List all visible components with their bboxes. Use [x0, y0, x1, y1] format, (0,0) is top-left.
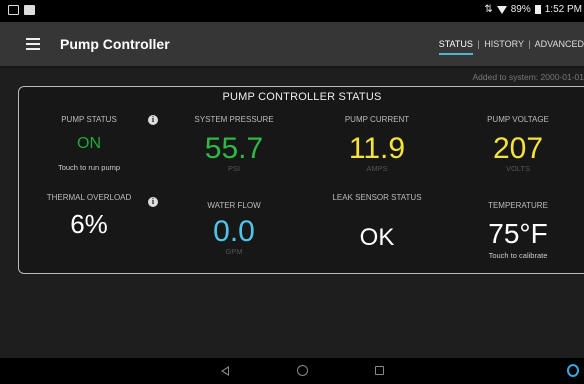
panel-title: PUMP CONTROLLER STATUS: [222, 91, 382, 103]
thermal-overload-info-icon[interactable]: i: [148, 197, 158, 207]
thermal-overload-label: THERMAL OVERLOAD: [46, 193, 132, 202]
clock: 1:52 PM: [544, 4, 582, 15]
added-to-system-date: Added to system: 2000-01-01: [472, 72, 584, 82]
water-flow-value: 0.0: [213, 214, 255, 248]
assistant-icon[interactable]: [567, 364, 579, 377]
battery-percent: 89%: [510, 4, 531, 15]
leak-sensor-label: LEAK SENSOR STATUS: [332, 193, 422, 202]
pump-status-value: ON: [77, 134, 101, 152]
pump-status-info-icon[interactable]: i: [148, 115, 158, 125]
tab-status[interactable]: STATUS: [439, 39, 473, 49]
hamburger-menu-icon[interactable]: [26, 38, 40, 50]
pump-status-card[interactable]: PUMP STATUS ON Touch to run pump: [39, 115, 139, 172]
app-title: Pump Controller: [60, 36, 170, 52]
home-icon[interactable]: [297, 365, 308, 376]
recent-apps-icon[interactable]: [375, 366, 384, 375]
temperature-card[interactable]: TEMPERATURE 75°F Touch to calibrate: [468, 201, 568, 260]
wifi-icon: [496, 5, 507, 14]
gallery-notification-icon: [8, 5, 19, 15]
temperature-label: TEMPERATURE: [488, 201, 548, 210]
pump-voltage-card: PUMP VOLTAGE 207 VOLTS: [468, 115, 568, 173]
tab-bar: STATUS | HISTORY | ADVANCED: [438, 39, 584, 49]
pump-current-unit: AMPS: [366, 163, 388, 173]
leak-sensor-value: OK: [359, 223, 395, 251]
system-pressure-card: SYSTEM PRESSURE 55.7 PSI: [175, 115, 293, 173]
water-flow-card: WATER FLOW 0.0 GPM: [175, 201, 293, 256]
tab-advanced[interactable]: ADVANCED: [535, 39, 584, 49]
status-indicators: ⇅ 89% 1:52 PM: [484, 4, 582, 15]
temperature-hint: Touch to calibrate: [488, 250, 548, 260]
water-flow-unit: GPM: [225, 246, 243, 256]
system-pressure-label: SYSTEM PRESSURE: [194, 115, 274, 124]
pump-voltage-value: 207: [492, 131, 544, 165]
pump-current-label: PUMP CURRENT: [344, 115, 410, 124]
thermal-overload-card: THERMAL OVERLOAD 6%: [44, 193, 134, 237]
pump-current-card: PUMP CURRENT 11.9 AMPS: [322, 115, 432, 173]
app-bar: Pump Controller STATUS | HISTORY | ADVAN…: [0, 22, 584, 66]
pump-status-label: PUMP STATUS: [61, 115, 117, 124]
pump-controller-status-panel: PUMP CONTROLLER STATUS PUMP STATUS ON To…: [18, 86, 584, 274]
pump-current-value: 11.9: [348, 131, 406, 165]
notification-icon: [24, 5, 35, 15]
pump-voltage-label: PUMP VOLTAGE: [487, 115, 549, 124]
pump-voltage-unit: VOLTS: [505, 163, 531, 173]
thermal-overload-value: 6%: [70, 208, 108, 239]
system-status-bar: ⇅ 89% 1:52 PM: [0, 0, 584, 22]
water-flow-label: WATER FLOW: [207, 201, 261, 210]
bluetooth-icon: ⇅: [484, 4, 493, 15]
leak-sensor-card: LEAK SENSOR STATUS OK: [332, 193, 422, 250]
notification-icons: [8, 5, 35, 15]
system-pressure-unit: PSI: [227, 163, 241, 173]
tab-history[interactable]: HISTORY: [484, 39, 524, 49]
system-pressure-value: 55.7: [204, 131, 264, 165]
temperature-value: 75°F: [488, 217, 548, 249]
battery-icon: [534, 5, 541, 14]
back-icon[interactable]: [221, 366, 229, 376]
android-navigation-bar: [0, 358, 584, 384]
pump-status-hint: Touch to run pump: [57, 162, 121, 172]
